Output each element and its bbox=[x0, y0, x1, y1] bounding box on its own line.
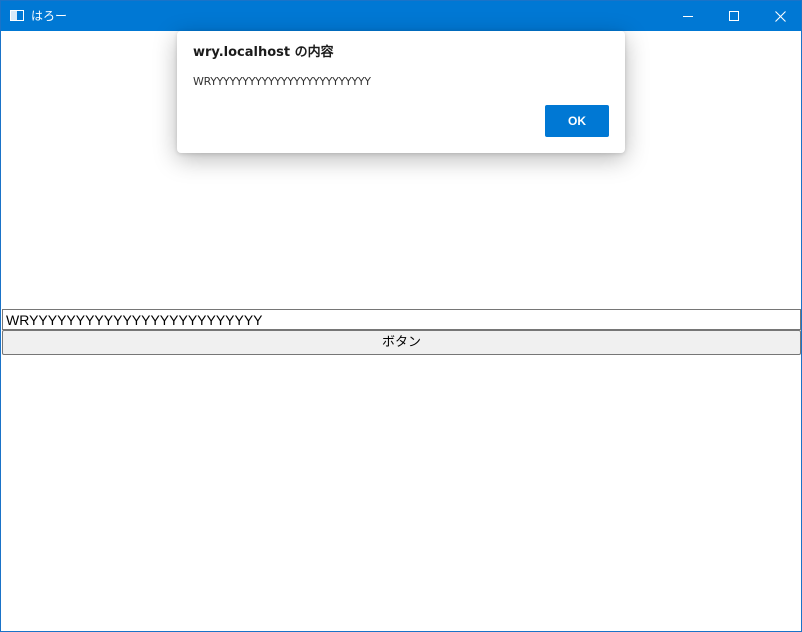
minimize-icon bbox=[683, 15, 693, 17]
action-button[interactable]: ボタン bbox=[2, 330, 801, 355]
maximize-button[interactable] bbox=[711, 1, 757, 31]
app-window-icon bbox=[10, 10, 24, 21]
title-bar[interactable]: はろー bbox=[1, 1, 801, 31]
dialog-title: wry.localhost の内容 bbox=[193, 45, 334, 60]
text-input[interactable] bbox=[2, 309, 801, 330]
dialog-message: WRYYYYYYYYYYYYYYYYYYYYYYYYY bbox=[193, 75, 371, 88]
close-icon bbox=[774, 10, 786, 22]
window-title: はろー bbox=[31, 9, 68, 23]
alert-dialog: wry.localhost の内容 WRYYYYYYYYYYYYYYYYYYYY… bbox=[177, 31, 625, 153]
close-button[interactable] bbox=[757, 1, 802, 31]
maximize-icon bbox=[729, 11, 739, 21]
minimize-button[interactable] bbox=[665, 1, 711, 31]
ok-button[interactable]: OK bbox=[545, 105, 609, 137]
